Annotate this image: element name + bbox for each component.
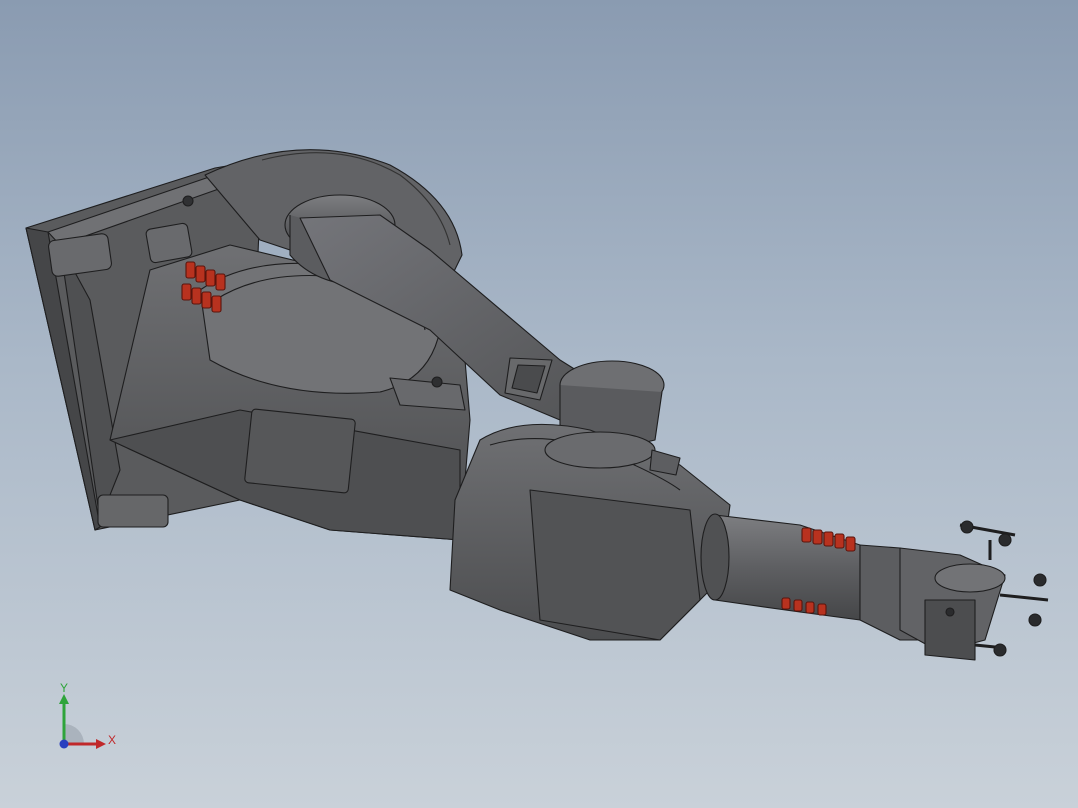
base-pad-top-right <box>145 222 193 264</box>
reference-triad: Y X <box>59 681 116 749</box>
z-axis-dot <box>59 739 69 749</box>
gripper-bolt <box>960 520 974 534</box>
service-cover <box>244 408 356 494</box>
base-pad-top-left <box>48 233 112 277</box>
x-axis-label: X <box>108 733 116 747</box>
gripper-bolt <box>1028 613 1042 627</box>
base-pad-bottom <box>97 494 169 528</box>
mount-hole <box>182 195 194 207</box>
robot-arm-model[interactable] <box>0 0 1078 808</box>
forearm-housing <box>449 423 731 641</box>
y-axis-label: Y <box>60 681 68 695</box>
graphics-viewport[interactable]: Y X <box>0 0 1078 808</box>
end-effector <box>899 520 1049 661</box>
gripper-bolt <box>993 643 1007 657</box>
gripper-bolt <box>998 533 1012 547</box>
gripper-bolt <box>1033 573 1047 587</box>
